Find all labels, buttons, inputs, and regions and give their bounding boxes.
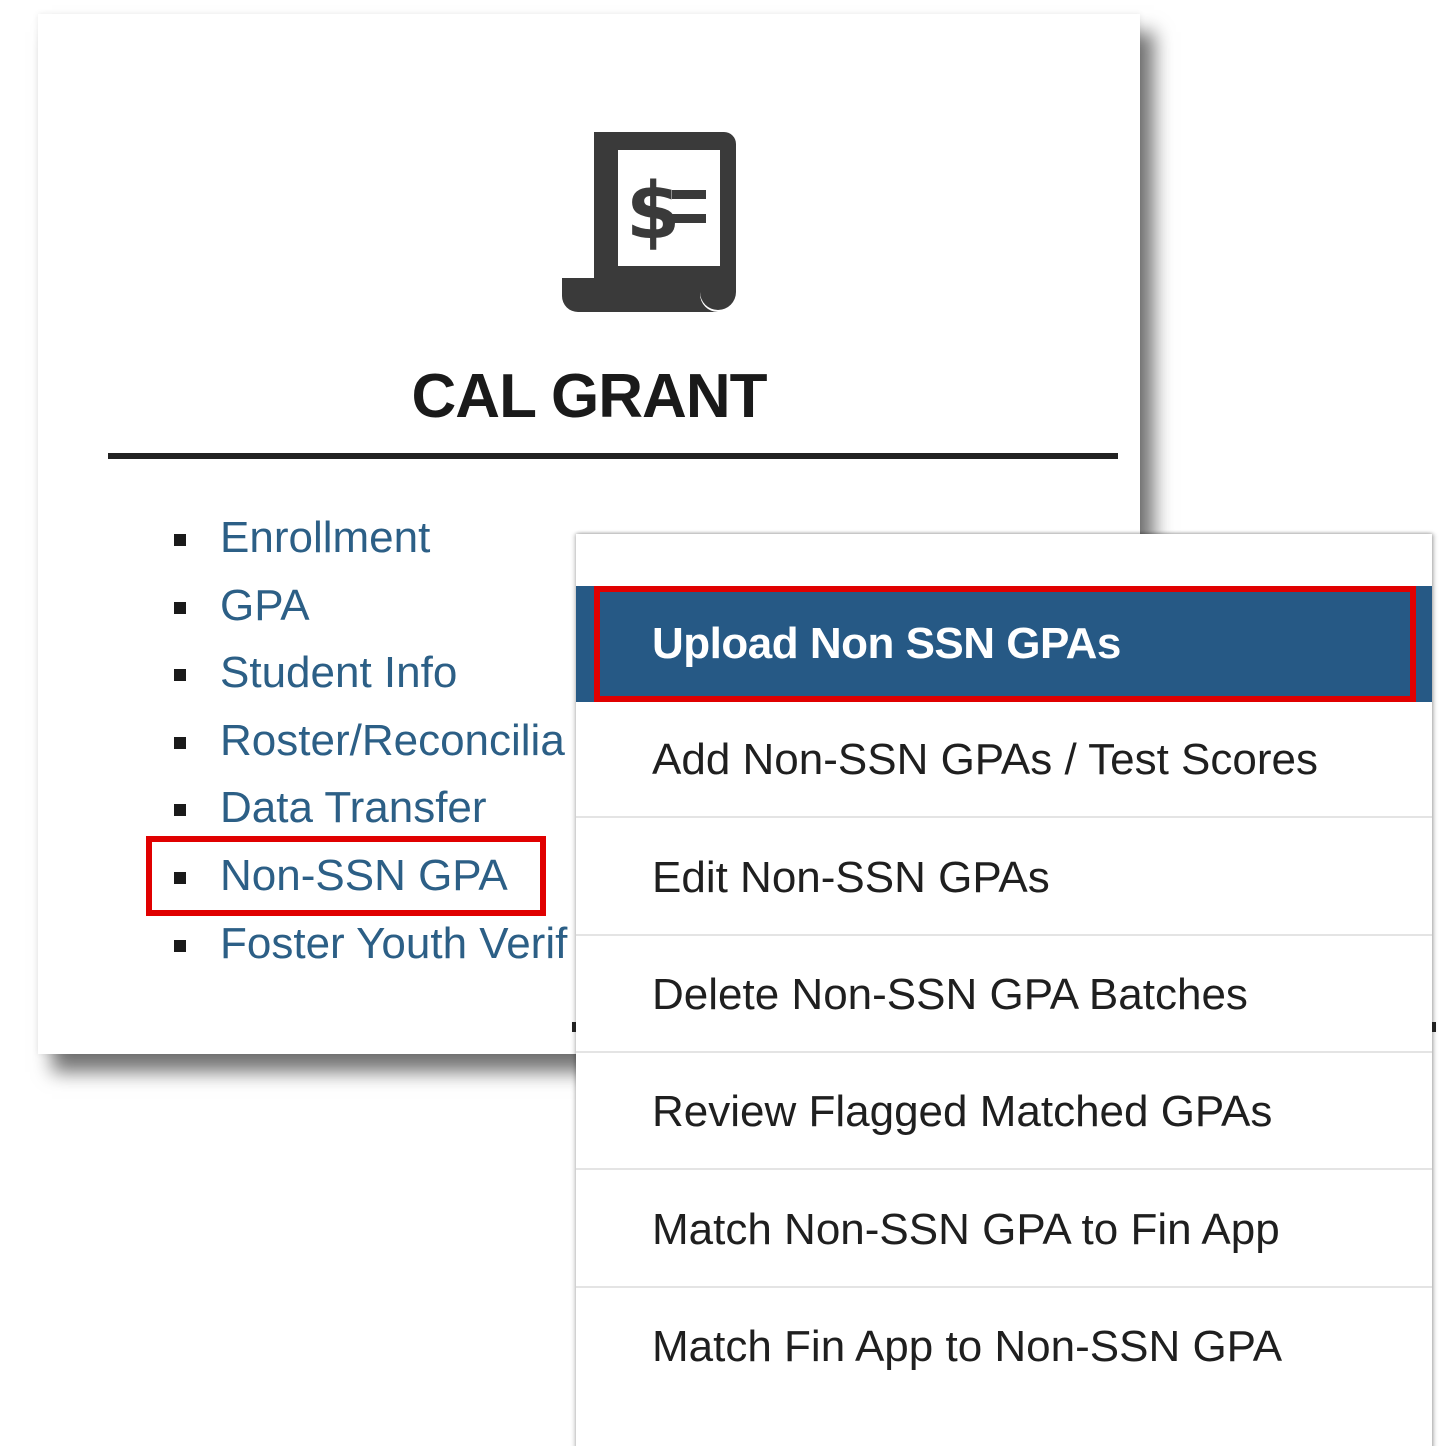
bullet-icon bbox=[174, 534, 186, 546]
dropdown-item-label: Match Non-SSN GPA to Fin App bbox=[652, 1205, 1280, 1254]
divider-tick bbox=[1432, 1022, 1436, 1032]
dropdown-item-label: Edit Non-SSN GPAs bbox=[652, 853, 1050, 902]
title-divider bbox=[108, 453, 1118, 459]
bullet-icon bbox=[174, 602, 186, 614]
non-ssn-gpa-dropdown: Upload Non SSN GPAs Add Non-SSN GPAs / T… bbox=[576, 534, 1432, 1446]
menu-item-label: Data Transfer bbox=[220, 783, 487, 832]
menu-item-label: Enrollment bbox=[220, 513, 431, 562]
dropdown-item-edit-non-ssn-gpas[interactable]: Edit Non-SSN GPAs bbox=[576, 820, 1432, 936]
upload-non-ssn-gpas-highlight bbox=[594, 586, 1416, 702]
menu-item-label: GPA bbox=[220, 581, 310, 630]
dropdown-item-label: Review Flagged Matched GPAs bbox=[652, 1087, 1273, 1136]
screenshot-stage: $ CAL GRANT Enrollment GPA Student Info … bbox=[0, 0, 1440, 1446]
menu-item-label: Student Info bbox=[220, 648, 458, 697]
dropdown-item-label: Add Non-SSN GPAs / Test Scores bbox=[652, 735, 1318, 784]
bullet-icon bbox=[174, 940, 186, 952]
receipt-dollar-icon: $ bbox=[562, 132, 736, 312]
dropdown-item-add-non-ssn-gpas-test-scores[interactable]: Add Non-SSN GPAs / Test Scores bbox=[576, 702, 1432, 818]
dropdown-item-match-fin-app-to-non-ssn-gpa[interactable]: Match Fin App to Non-SSN GPA bbox=[576, 1289, 1432, 1405]
dropdown-item-label: Match Fin App to Non-SSN GPA bbox=[652, 1322, 1283, 1371]
dropdown-item-review-flagged-matched-gpas[interactable]: Review Flagged Matched GPAs bbox=[576, 1054, 1432, 1170]
divider-tick bbox=[572, 1022, 576, 1032]
bullet-icon bbox=[174, 737, 186, 749]
svg-text:$: $ bbox=[626, 167, 680, 257]
non-ssn-gpa-highlight bbox=[146, 836, 546, 916]
bullet-icon bbox=[174, 669, 186, 681]
dropdown-item-delete-non-ssn-gpa-batches[interactable]: Delete Non-SSN GPA Batches bbox=[576, 937, 1432, 1053]
card-title: CAL GRANT bbox=[411, 362, 768, 431]
dropdown-item-match-non-ssn-gpa-to-fin-app[interactable]: Match Non-SSN GPA to Fin App bbox=[576, 1172, 1432, 1288]
menu-item-label: Foster Youth Verif bbox=[220, 919, 568, 968]
menu-item-label: Roster/Reconcilia bbox=[220, 716, 565, 765]
bullet-icon bbox=[174, 804, 186, 816]
dropdown-item-label: Delete Non-SSN GPA Batches bbox=[652, 970, 1248, 1019]
